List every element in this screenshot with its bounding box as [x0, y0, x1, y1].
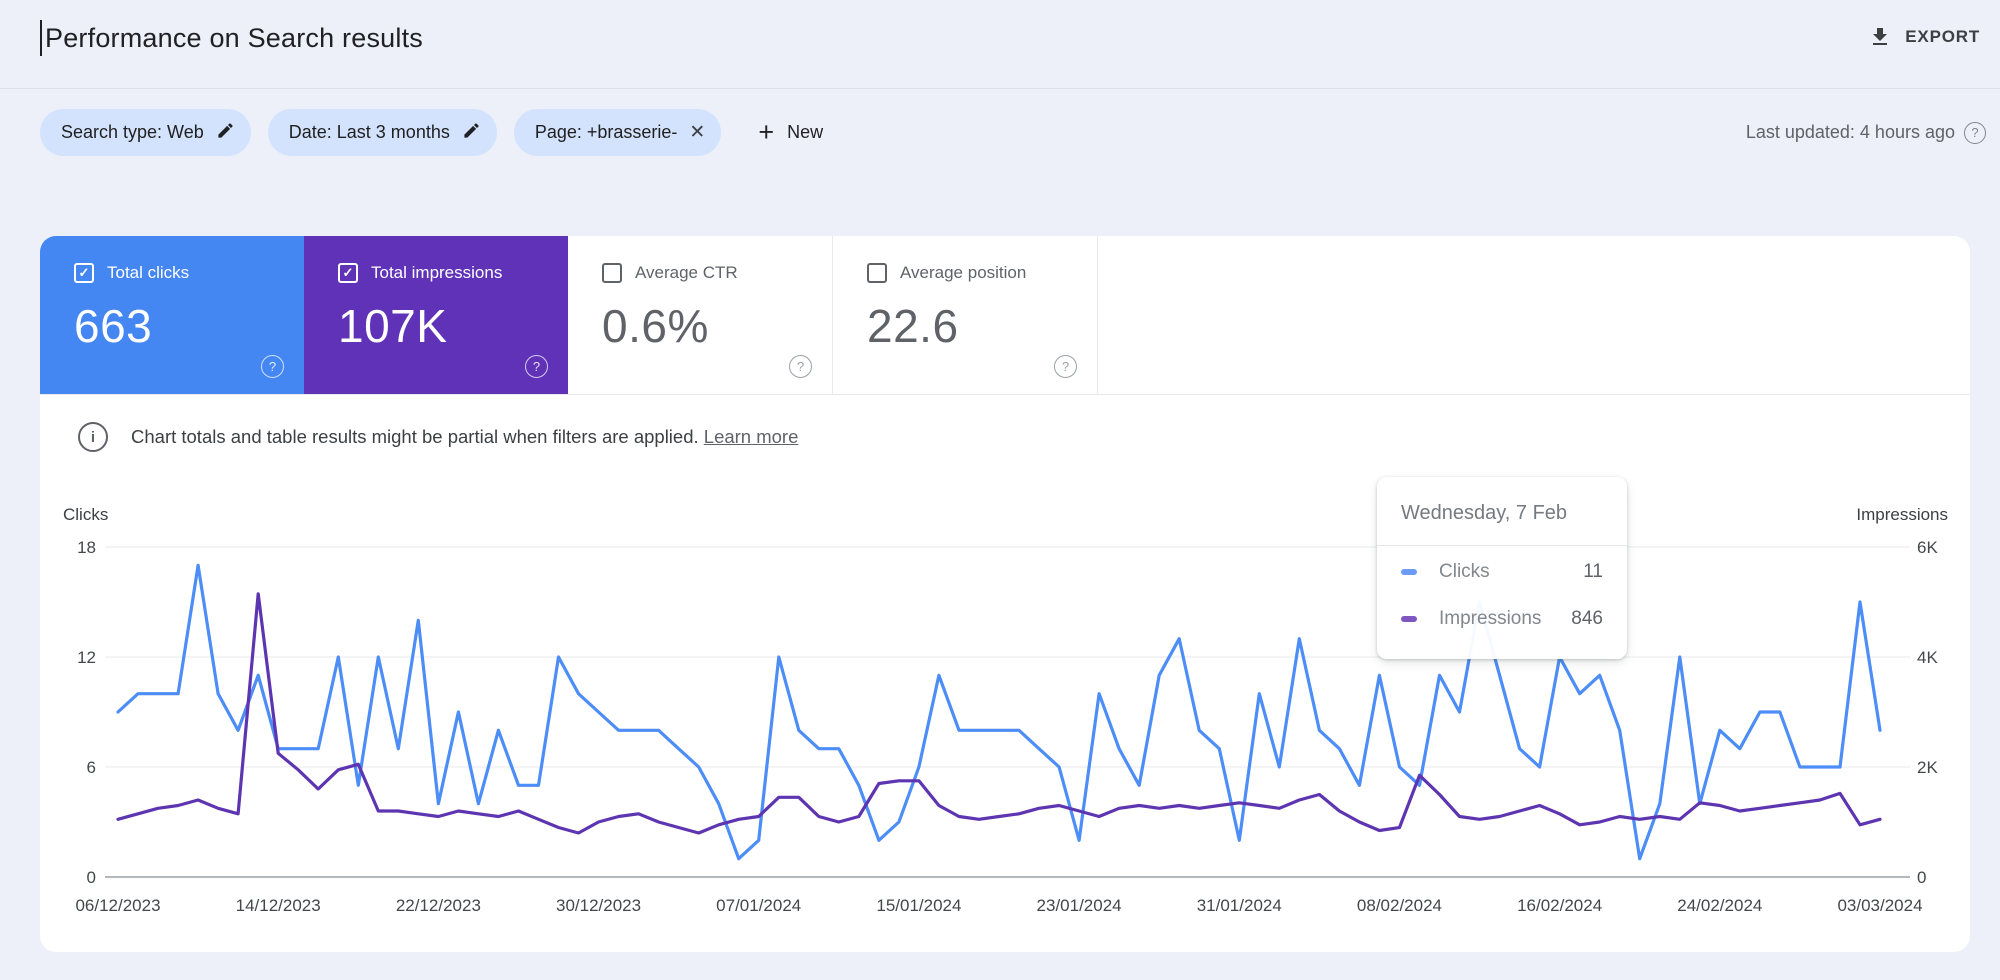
header-divider — [0, 88, 2000, 89]
svg-text:2K: 2K — [1917, 758, 1938, 777]
filter-chip-date[interactable]: Date: Last 3 months — [267, 109, 497, 156]
svg-text:23/01/2024: 23/01/2024 — [1037, 896, 1122, 915]
metric-label: Average position — [900, 263, 1027, 282]
svg-text:Clicks: Clicks — [63, 505, 108, 524]
checkbox-checked-icon[interactable]: ✓ — [338, 263, 358, 283]
metric-tile-total-clicks[interactable]: ✓ Total clicks 663 ? — [40, 236, 304, 394]
info-icon: i — [78, 422, 108, 452]
svg-text:18: 18 — [77, 538, 96, 557]
svg-text:14/12/2023: 14/12/2023 — [236, 896, 321, 915]
banner-text: Chart totals and table results might be … — [131, 426, 799, 447]
svg-text:07/01/2024: 07/01/2024 — [716, 896, 801, 915]
svg-text:12: 12 — [77, 648, 96, 667]
search-console-performance-page: Performance on Search results EXPORT Sea… — [0, 0, 2000, 980]
svg-text:24/02/2024: 24/02/2024 — [1677, 896, 1762, 915]
last-updated: Last updated: 4 hours ago ? — [1745, 121, 1986, 144]
help-icon[interactable]: ? — [261, 355, 284, 378]
metric-value: 663 — [74, 300, 153, 352]
checkbox-checked-icon[interactable]: ✓ — [74, 263, 94, 283]
plus-icon: + — [758, 117, 775, 147]
svg-text:30/12/2023: 30/12/2023 — [556, 896, 641, 915]
filter-chip-label: Date: Last 3 months — [288, 122, 450, 142]
filter-bar: Search type: Web Date: Last 3 months Pag… — [40, 109, 1986, 156]
performance-chart[interactable]: 0 6 12 18 0 2K 4K 6K Clicks Impressions 06/12/2023… — [0, 490, 2000, 935]
metric-value: 0.6% — [602, 300, 709, 352]
svg-text:08/02/2024: 08/02/2024 — [1357, 896, 1442, 915]
svg-text:4K: 4K — [1917, 648, 1938, 667]
svg-text:06/12/2023: 06/12/2023 — [75, 896, 160, 915]
metric-tile-average-ctr[interactable]: ✓ Average CTR 0.6% ? — [568, 236, 832, 394]
page-title: Performance on Search results — [45, 22, 423, 53]
filter-chip-label: Page: +brasserie- — [534, 122, 678, 142]
svg-text:03/03/2024: 03/03/2024 — [1837, 896, 1922, 915]
checkbox-unchecked-icon[interactable]: ✓ — [602, 263, 622, 283]
edit-pencil-icon — [462, 121, 481, 145]
learn-more-link[interactable]: Learn more — [704, 426, 799, 447]
svg-text:6: 6 — [87, 758, 96, 777]
filter-chip-search-type[interactable]: Search type: Web — [40, 109, 251, 156]
metric-value: 22.6 — [867, 300, 959, 352]
svg-text:31/01/2024: 31/01/2024 — [1197, 896, 1282, 915]
filter-chip-page[interactable]: Page: +brasserie- ✕ — [513, 109, 722, 156]
partial-data-banner: i Chart totals and table results might b… — [78, 422, 798, 452]
last-updated-text: Last updated: 4 hours ago — [1745, 122, 1955, 142]
metric-tile-average-position[interactable]: ✓ Average position 22.6 ? — [832, 236, 1098, 394]
metric-label: Total clicks — [107, 263, 190, 282]
svg-text:0: 0 — [87, 868, 96, 887]
metric-value: 107K — [338, 300, 448, 352]
export-label: EXPORT — [1905, 27, 1980, 46]
close-icon[interactable]: ✕ — [689, 123, 705, 142]
metric-label: Total impressions — [371, 263, 503, 282]
new-filter-button[interactable]: + New — [752, 118, 829, 147]
svg-text:6K: 6K — [1917, 538, 1938, 557]
svg-text:22/12/2023: 22/12/2023 — [396, 896, 481, 915]
edit-pencil-icon — [216, 121, 235, 145]
svg-text:Impressions: Impressions — [1856, 505, 1948, 524]
page-header: Performance on Search results — [40, 20, 423, 56]
metric-tiles: ✓ Total clicks 663 ? ✓ Total impressions… — [40, 236, 1970, 395]
help-icon[interactable]: ? — [1054, 355, 1077, 378]
metric-tile-total-impressions[interactable]: ✓ Total impressions 107K ? — [304, 236, 568, 394]
svg-text:16/02/2024: 16/02/2024 — [1517, 896, 1602, 915]
text-cursor — [40, 20, 42, 56]
download-icon — [1868, 25, 1892, 49]
metric-label: Average CTR — [635, 263, 738, 282]
help-icon[interactable]: ? — [525, 355, 548, 378]
new-filter-label: New — [787, 122, 824, 142]
export-button[interactable]: EXPORT — [1862, 24, 1986, 50]
svg-text:0: 0 — [1917, 868, 1926, 887]
help-icon[interactable]: ? — [1964, 121, 1986, 144]
svg-text:15/01/2024: 15/01/2024 — [876, 896, 961, 915]
checkbox-unchecked-icon[interactable]: ✓ — [867, 263, 887, 283]
filter-chip-label: Search type: Web — [61, 122, 204, 142]
help-icon[interactable]: ? — [789, 355, 812, 378]
chart-area: 0 6 12 18 0 2K 4K 6K Clicks Impressions 06/12/2023… — [0, 490, 2000, 935]
